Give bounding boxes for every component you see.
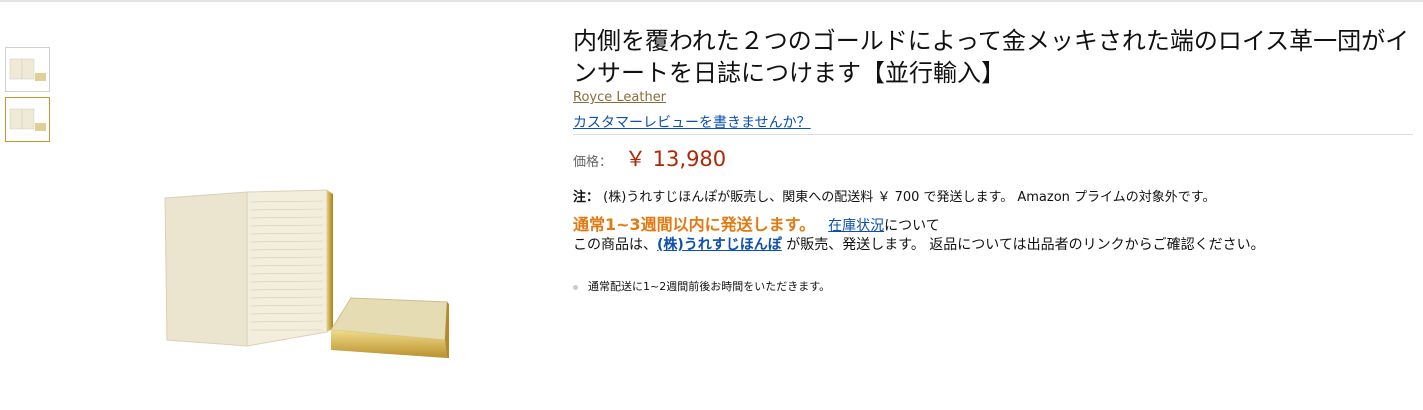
- journal-thumbnail-icon: [9, 58, 46, 81]
- seller-suffix: が販売、発送します。 返品については出品者のリンクからご確認ください。: [781, 237, 1265, 253]
- availability-status: 通常1~3週間以内に発送します。: [573, 215, 816, 234]
- list-item: 通常配送に1~2週間前後お時間をいただきます。: [573, 278, 830, 294]
- write-review-link[interactable]: カスタマーレビューを書きませんか？: [573, 112, 811, 132]
- price-value: ￥ 13,980: [625, 147, 727, 171]
- seller-link[interactable]: (株)うれすじほんぽ: [657, 237, 782, 253]
- stock-status-link[interactable]: 在庫状況: [828, 218, 884, 234]
- section-divider: [573, 134, 1413, 135]
- note-text: (株)うれすじほんぽが販売し、関東への配送料 ￥ 700 で発送します。 Ama…: [603, 190, 1216, 205]
- note-label: 注：: [573, 190, 600, 205]
- price-label: 価格：: [573, 155, 613, 170]
- brand-link[interactable]: Royce Leather: [573, 90, 666, 105]
- availability-line: 通常1~3週間以内に発送します。 在庫状況について: [573, 211, 940, 235]
- seller-info: この商品は、(株)うれすじほんぽ が販売、発送します。 返品については出品者のリ…: [573, 234, 1265, 254]
- stock-status-suffix: について: [884, 218, 940, 234]
- top-divider: [0, 0, 1423, 2]
- seller-prefix: この商品は、: [573, 237, 657, 253]
- product-thumbnail-2[interactable]: [5, 97, 50, 142]
- journal-thumbnail-icon: [9, 108, 46, 131]
- bullet-icon: [573, 284, 578, 290]
- product-main-image[interactable]: [155, 180, 455, 370]
- bullet-text: 通常配送に1~2週間前後お時間をいただきます。: [588, 280, 831, 293]
- product-title: 内側を覆われた２つのゴールドによって金メッキされた端のロイス革一団がインサートを…: [573, 27, 1410, 87]
- product-thumbnail-1[interactable]: [5, 47, 50, 92]
- shipping-note: 注： (株)うれすじほんぽが販売し、関東への配送料 ￥ 700 で発送します。 …: [573, 186, 1215, 205]
